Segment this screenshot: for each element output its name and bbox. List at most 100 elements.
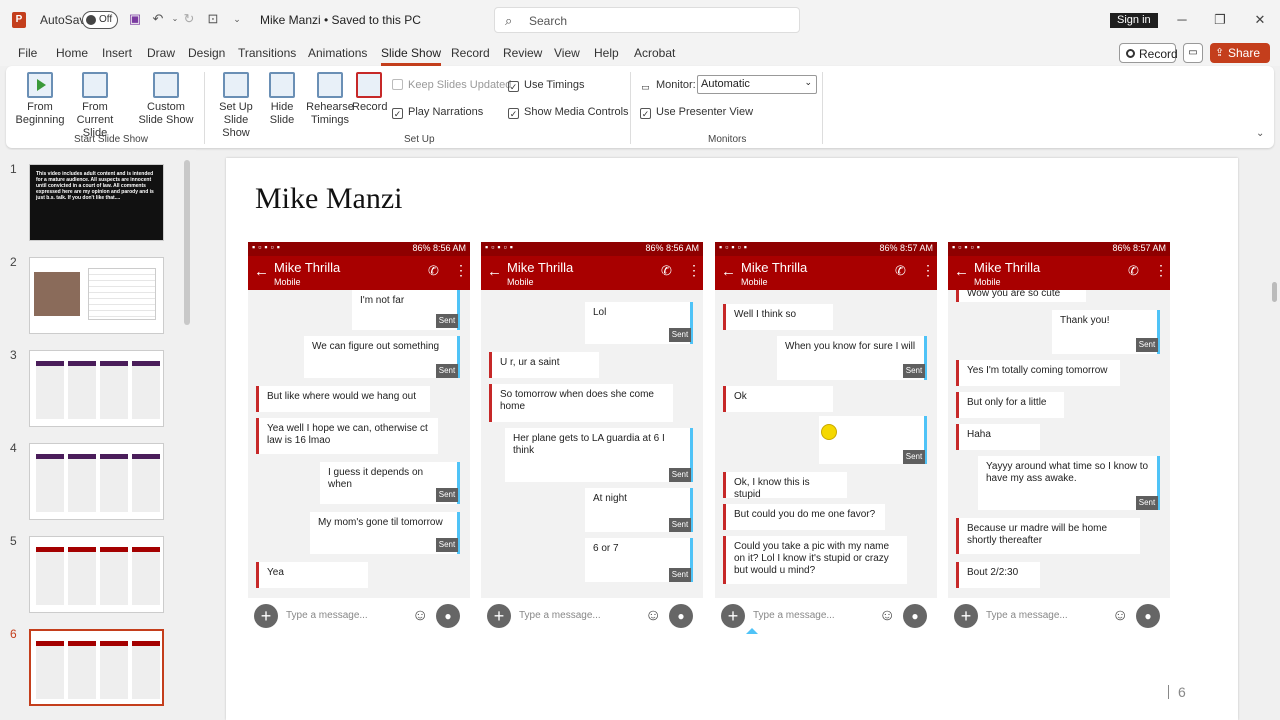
slide-thumbnail-2[interactable] xyxy=(29,257,164,334)
compose-bar: + Type a message... ☺ ● xyxy=(715,598,937,634)
add-attachment-icon: + xyxy=(254,604,278,628)
message-text: Thank you! xyxy=(1060,315,1110,326)
incoming-message: But could you do me one favor? xyxy=(723,504,885,530)
tab-insert[interactable]: Insert xyxy=(102,46,132,60)
play-from-beginning-icon xyxy=(27,72,53,98)
slide-thumbnail-5[interactable] xyxy=(29,536,164,613)
tab-slide-show[interactable]: Slide Show xyxy=(381,46,442,66)
thumbnail-phone xyxy=(68,641,96,699)
slide-thumbnail-3[interactable] xyxy=(29,350,164,427)
minimize-icon[interactable]: ─ xyxy=(1172,10,1192,30)
microphone-icon: ● xyxy=(903,604,927,628)
sms-screenshot-2[interactable]: ▪▫▪▫▪ 86% 8:56 AM ← Mike Thrilla Mobile … xyxy=(481,242,703,634)
sms-screenshot-1[interactable]: ▪▫▪▫▪ 86% 8:56 AM ← Mike Thrilla Mobile … xyxy=(248,242,470,634)
show-media-controls-checkbox[interactable]: ✓ Show Media Controls xyxy=(508,106,629,119)
sent-badge: Sent xyxy=(436,538,458,552)
scrollbar-thumb[interactable] xyxy=(1272,282,1277,302)
tab-review[interactable]: Review xyxy=(503,46,542,60)
custom-slide-show-button[interactable]: Custom Slide Show xyxy=(134,72,198,127)
tab-file[interactable]: File xyxy=(18,46,37,60)
conversation-header: ← Mike Thrilla Mobile ✆ ⋮ xyxy=(948,256,1170,290)
message-text: Wow you are so cute xyxy=(967,290,1061,299)
back-arrow-icon: ← xyxy=(254,263,269,280)
group-separator xyxy=(204,72,205,144)
sent-badge: Sent xyxy=(436,364,458,378)
incoming-message: Yes I'm totally coming tomorrow xyxy=(956,360,1120,386)
use-timings-checkbox[interactable]: ✓ Use Timings xyxy=(508,79,585,92)
close-icon[interactable]: ✕ xyxy=(1250,10,1270,30)
toggle-knob xyxy=(86,15,96,25)
microphone-icon: ● xyxy=(1136,604,1160,628)
search-icon: ⌕ xyxy=(505,13,513,28)
set-up-slide-show-button[interactable]: Set Up Slide Show xyxy=(210,72,262,140)
tab-acrobat[interactable]: Acrobat xyxy=(634,46,675,60)
message-text: My mom's gone til tomorrow xyxy=(318,517,443,528)
status-time: 8:57 AM xyxy=(899,243,933,253)
sent-badge: Sent xyxy=(903,364,925,378)
keep-slides-updated-checkbox[interactable]: Keep Slides Updated xyxy=(392,79,511,91)
contact-name: Mike Thrilla xyxy=(974,260,1041,275)
undo-dropdown-icon[interactable]: ⌄ xyxy=(168,12,182,26)
play-narrations-checkbox[interactable]: ✓ Play Narrations xyxy=(392,106,483,119)
collapse-ribbon-icon[interactable]: ⌄ xyxy=(1256,128,1264,139)
slide-thumbnail-1[interactable]: This video includes adult content and is… xyxy=(29,164,164,241)
sent-badge: Sent xyxy=(669,568,691,582)
use-presenter-view-checkbox[interactable]: ✓ Use Presenter View xyxy=(640,106,753,119)
incoming-message: So tomorrow when does she come home xyxy=(489,384,673,422)
hide-slide-button[interactable]: Hide Slide xyxy=(264,72,300,127)
tab-transitions[interactable]: Transitions xyxy=(238,46,296,60)
tab-animations[interactable]: Animations xyxy=(308,46,367,60)
group-separator xyxy=(822,72,823,144)
monitor-select[interactable]: Automatic ⌄ xyxy=(697,75,817,94)
slide-thumbnail-4[interactable] xyxy=(29,443,164,520)
record-button[interactable]: Record xyxy=(1119,43,1178,63)
outgoing-message: Her plane gets to LA guardia at 6 I thin… xyxy=(505,428,693,482)
restore-icon[interactable]: ❐ xyxy=(1210,10,1230,30)
share-button[interactable]: ⇪ Share xyxy=(1210,43,1270,63)
from-current-slide-button[interactable]: From Current Slide xyxy=(66,72,124,140)
tab-record[interactable]: Record xyxy=(451,46,490,60)
message-input-placeholder: Type a message... xyxy=(519,610,601,621)
slide-thumbnails-pane: 1 This video includes adult content and … xyxy=(0,150,196,720)
message-text: 6 or 7 xyxy=(593,543,619,554)
tab-draw[interactable]: Draw xyxy=(147,46,175,60)
sms-screenshot-4[interactable]: ▪▫▪▫▪ 86% 8:57 AM ← Mike Thrilla Mobile … xyxy=(948,242,1170,634)
save-icon[interactable]: ▣ xyxy=(128,12,142,26)
use-timings-label: Use Timings xyxy=(524,79,585,91)
incoming-message: U r, ur a saint xyxy=(489,352,599,378)
hide-slide-icon xyxy=(269,72,295,98)
thumbnails-scrollbar[interactable] xyxy=(184,160,190,325)
rehearse-timings-button[interactable]: Rehearse Timings xyxy=(306,72,354,127)
search-placeholder: Search xyxy=(529,14,568,28)
search-box[interactable]: ⌕ Search xyxy=(494,7,800,33)
microphone-icon: ● xyxy=(436,604,460,628)
from-beginning-button[interactable]: From Beginning xyxy=(14,72,66,127)
monitor-label-text: Monitor: xyxy=(656,79,696,91)
redo-icon[interactable]: ↻ xyxy=(182,12,196,26)
tab-design[interactable]: Design xyxy=(188,46,225,60)
customize-toolbar-icon[interactable]: ⌄ xyxy=(230,12,244,26)
setup-icon xyxy=(223,72,249,98)
checkmark-icon: ✓ xyxy=(392,108,403,119)
thumbnail-phone xyxy=(100,454,128,512)
present-from-start-icon[interactable]: ⊡ xyxy=(206,12,220,26)
microphone-icon: ● xyxy=(669,604,693,628)
tab-home[interactable]: Home xyxy=(56,46,88,60)
record-slide-show-button[interactable]: Record xyxy=(352,72,387,114)
slide-title[interactable]: Mike Manzi xyxy=(255,182,402,216)
sms-screenshot-3[interactable]: ▪▫▪▫▪ 86% 8:57 AM ← Mike Thrilla Mobile … xyxy=(715,242,937,634)
undo-icon[interactable]: ↶ xyxy=(151,12,165,26)
slide-canvas[interactable]: Mike Manzi ▪▫▪▫▪ 86% 8:56 AM ← Mike Thri… xyxy=(226,158,1238,720)
slide-thumbnail-6[interactable] xyxy=(29,629,164,706)
comments-button[interactable]: ▭ xyxy=(1183,43,1203,63)
sign-in-button[interactable]: Sign in xyxy=(1110,13,1158,28)
slide-number-3: 3 xyxy=(10,348,17,362)
message-text: Yayyy around what time so I know to have… xyxy=(986,461,1149,484)
autosave-toggle[interactable]: Off xyxy=(82,11,118,29)
battery-level: 86% xyxy=(1112,243,1131,253)
play-from-current-icon xyxy=(82,72,108,98)
slide-scrollbar[interactable] xyxy=(1268,152,1280,720)
tab-view[interactable]: View xyxy=(554,46,580,60)
compose-bar: + Type a message... ☺ ● xyxy=(948,598,1170,634)
tab-help[interactable]: Help xyxy=(594,46,619,60)
